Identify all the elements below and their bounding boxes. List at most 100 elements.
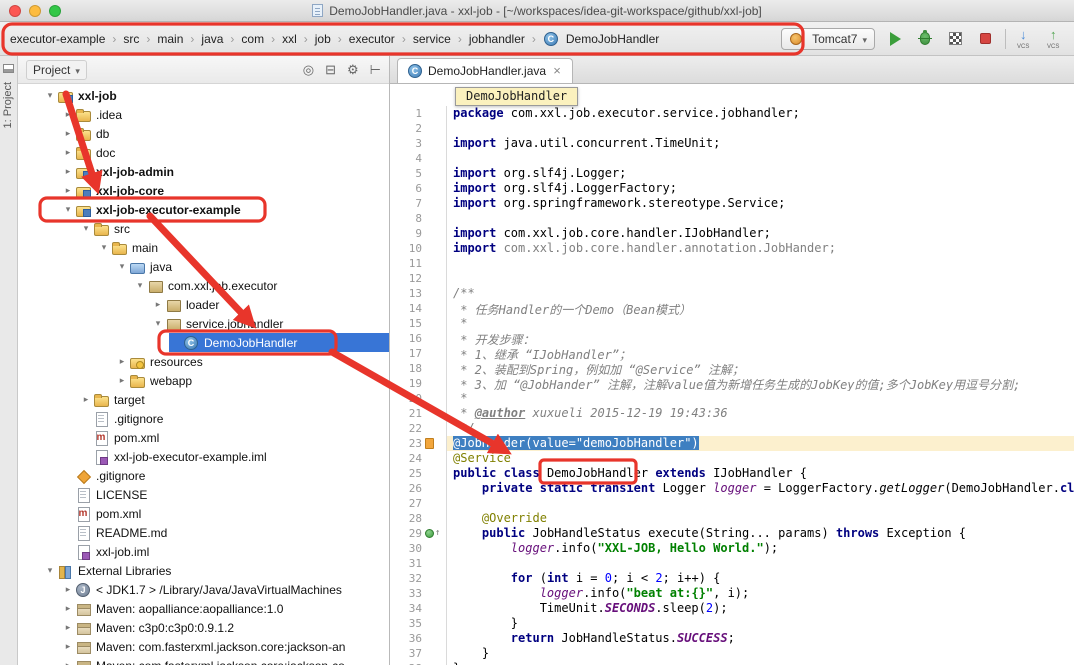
project-view-selector[interactable]: Project: [26, 60, 87, 80]
code-line[interactable]: 28 @Override: [390, 511, 1074, 526]
expand-arrow-icon[interactable]: ▾: [133, 280, 147, 291]
gutter-cell[interactable]: 18: [390, 361, 447, 376]
code-line[interactable]: 6import org.slf4j.LoggerFactory;: [390, 181, 1074, 196]
tree-item[interactable]: LICENSE: [18, 485, 389, 504]
gutter-cell[interactable]: 4: [390, 151, 447, 166]
code-line[interactable]: 3import java.util.concurrent.TimeUnit;: [390, 136, 1074, 151]
code-line[interactable]: 37 }: [390, 646, 1074, 661]
expand-arrow-icon[interactable]: ▾: [61, 204, 75, 215]
expand-arrow-icon[interactable]: ▸: [61, 641, 75, 652]
tree-item[interactable]: ▸resources: [18, 352, 389, 371]
tree-item[interactable]: ▾main: [18, 238, 389, 257]
code-line[interactable]: 34 TimeUnit.SECONDS.sleep(2);: [390, 601, 1074, 616]
gutter-cell[interactable]: 28: [390, 511, 447, 526]
run-config-selector[interactable]: Tomcat7: [781, 28, 875, 50]
breadcrumb-item[interactable]: service: [411, 31, 453, 47]
code-line[interactable]: 26 private static transient Logger logge…: [390, 481, 1074, 496]
gutter-cell[interactable]: 37: [390, 646, 447, 661]
vcs-update-button[interactable]: [1016, 28, 1036, 50]
breadcrumb-item[interactable]: xxl: [280, 31, 299, 47]
gutter-cell[interactable]: 5: [390, 166, 447, 181]
tree-item[interactable]: ▸.idea: [18, 105, 389, 124]
breadcrumb-item[interactable]: DemoJobHandler: [541, 30, 661, 48]
gutter-cell[interactable]: 27: [390, 496, 447, 511]
code-line[interactable]: 32 for (int i = 0; i < 2; i++) {: [390, 571, 1074, 586]
breadcrumb-item[interactable]: java: [199, 31, 225, 47]
expand-arrow-icon[interactable]: ▾: [115, 261, 129, 272]
gutter-cell[interactable]: 19: [390, 376, 447, 391]
breadcrumb-item[interactable]: job: [313, 31, 333, 47]
tree-item[interactable]: ▾External Libraries: [18, 561, 389, 580]
collapse-all-icon[interactable]: ⊟: [325, 62, 336, 78]
gutter-cell[interactable]: 26: [390, 481, 447, 496]
tree-item[interactable]: ▸webapp: [18, 371, 389, 390]
tree-item[interactable]: DemoJobHandler: [18, 333, 389, 352]
tab-demojobhandler[interactable]: DemoJobHandler.java: [397, 58, 573, 83]
vcs-commit-button[interactable]: [1046, 28, 1066, 50]
tree-item[interactable]: README.md: [18, 523, 389, 542]
tree-item[interactable]: ▾com.xxl.job.executor: [18, 276, 389, 295]
code-line[interactable]: 16 * 开发步骤：: [390, 331, 1074, 346]
code-line[interactable]: 8: [390, 211, 1074, 226]
code-line[interactable]: 1package com.xxl.job.executor.service.jo…: [390, 106, 1074, 121]
code-line[interactable]: 24@Service: [390, 451, 1074, 466]
gutter-cell[interactable]: 10: [390, 241, 447, 256]
code-line[interactable]: 25public class DemoJobHandler extends IJ…: [390, 466, 1074, 481]
gutter-cell[interactable]: 22: [390, 421, 447, 436]
tree-item[interactable]: ▸Maven: com.fasterxml.jackson.core:jacks…: [18, 637, 389, 656]
hide-panel-icon[interactable]: ⊢: [370, 62, 381, 78]
breadcrumb-item[interactable]: jobhandler: [467, 31, 527, 47]
tree-item[interactable]: ▸xxl-job-core: [18, 181, 389, 200]
tree-item[interactable]: ▾service.jobhandler: [18, 314, 389, 333]
code-line[interactable]: 19 * 3、加 “@JobHander” 注解，注解value值为新增任务生成…: [390, 376, 1074, 391]
tree-item[interactable]: .gitignore: [18, 466, 389, 485]
tree-item[interactable]: ▸xxl-job-admin: [18, 162, 389, 181]
tree-item[interactable]: ▸Maven: com.fasterxml.jackson.core:jacks…: [18, 656, 389, 665]
code-line[interactable]: 7import org.springframework.stereotype.S…: [390, 196, 1074, 211]
gutter-cell[interactable]: 8: [390, 211, 447, 226]
expand-arrow-icon[interactable]: ▸: [115, 375, 129, 386]
gutter-cell[interactable]: 15: [390, 316, 447, 331]
code-line[interactable]: 5import org.slf4j.Logger;: [390, 166, 1074, 181]
gutter-cell[interactable]: 14: [390, 301, 447, 316]
expand-arrow-icon[interactable]: ▸: [61, 128, 75, 139]
expand-arrow-icon[interactable]: ▸: [61, 185, 75, 196]
breadcrumb-item[interactable]: src: [121, 31, 141, 47]
gutter-cell[interactable]: 38: [390, 661, 447, 665]
tree-item[interactable]: ▸db: [18, 124, 389, 143]
gutter-cell[interactable]: 9: [390, 226, 447, 241]
expand-arrow-icon[interactable]: ▾: [79, 223, 93, 234]
expand-arrow-icon[interactable]: ▾: [43, 90, 57, 101]
gutter-cell[interactable]: 16: [390, 331, 447, 346]
settings-icon[interactable]: ⚙: [347, 62, 359, 78]
debug-button[interactable]: [915, 28, 935, 50]
gutter-cell[interactable]: 36: [390, 631, 447, 646]
code-line[interactable]: 35 }: [390, 616, 1074, 631]
gutter-cell[interactable]: 3: [390, 136, 447, 151]
expand-arrow-icon[interactable]: ▸: [61, 166, 75, 177]
tree-item[interactable]: pom.xml: [18, 504, 389, 523]
gutter-cell[interactable]: 1: [390, 106, 447, 121]
run-method-icon[interactable]: [425, 529, 434, 538]
code-line[interactable]: 13/**: [390, 286, 1074, 301]
expand-arrow-icon[interactable]: ▸: [115, 356, 129, 367]
gutter-cell[interactable]: 24: [390, 451, 447, 466]
code-line[interactable]: 22 */: [390, 421, 1074, 436]
tree-item[interactable]: .gitignore: [18, 409, 389, 428]
code-line[interactable]: 14 * 任务Handler的一个Demo（Bean模式）: [390, 301, 1074, 316]
gutter-cell[interactable]: 23: [390, 436, 447, 451]
coverage-button[interactable]: [945, 28, 965, 50]
code-line[interactable]: 18 * 2、装配到Spring，例如加 “@Service” 注解；: [390, 361, 1074, 376]
code-line[interactable]: 36 return JobHandleStatus.SUCCESS;: [390, 631, 1074, 646]
expand-arrow-icon[interactable]: ▸: [151, 299, 165, 310]
expand-arrow-icon[interactable]: ▸: [61, 622, 75, 633]
breadcrumb-item[interactable]: com: [239, 31, 266, 47]
code-line[interactable]: 27: [390, 496, 1074, 511]
tree-item[interactable]: ▾src: [18, 219, 389, 238]
code-line[interactable]: 38}: [390, 661, 1074, 665]
gutter-cell[interactable]: 20: [390, 391, 447, 406]
expand-arrow-icon[interactable]: ▸: [79, 394, 93, 405]
gutter-cell[interactable]: 7: [390, 196, 447, 211]
code-line[interactable]: 9import com.xxl.job.core.handler.IJobHan…: [390, 226, 1074, 241]
tree-item[interactable]: pom.xml: [18, 428, 389, 447]
